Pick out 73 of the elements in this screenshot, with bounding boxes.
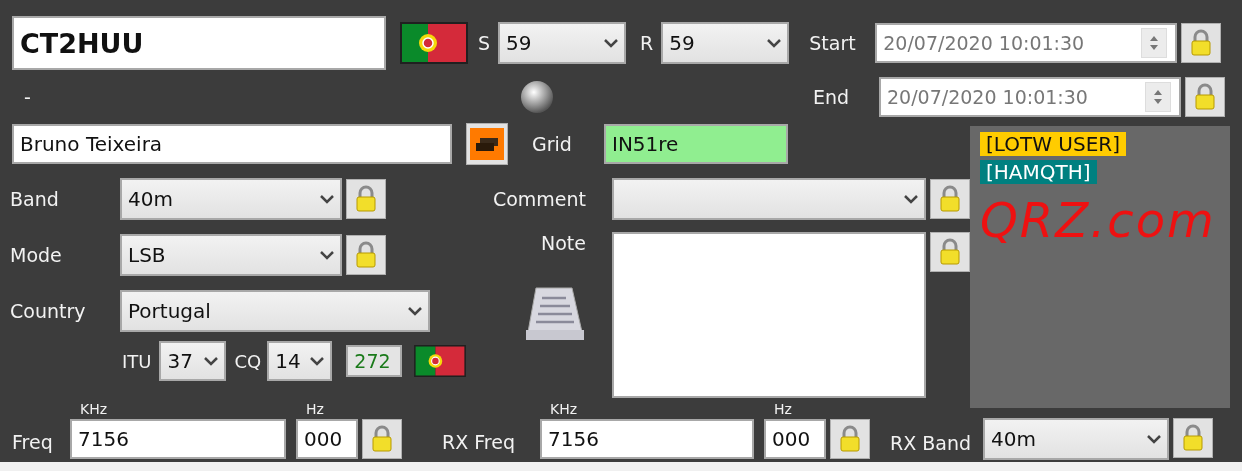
field-label: RX Freq	[442, 431, 516, 453]
padlock-icon	[939, 185, 961, 213]
chevron-down-icon	[320, 250, 334, 260]
padlock-icon	[839, 425, 861, 453]
hertz-input[interactable]: 000	[296, 419, 358, 459]
field-label: R	[640, 32, 654, 54]
note-textarea[interactable]	[612, 232, 926, 398]
handwritten-note: QRZ.com	[980, 192, 1216, 248]
field-label: Band	[10, 188, 60, 210]
chevron-down-icon	[408, 306, 422, 316]
padlock-icon	[1182, 424, 1205, 452]
hertz-input[interactable]: 000	[764, 419, 826, 459]
padlock-icon	[1194, 83, 1216, 111]
unit-label: KHz	[80, 401, 109, 419]
field-label: Country	[10, 300, 87, 322]
chevron-down-icon	[767, 38, 782, 48]
status-text: -	[24, 86, 32, 108]
callsign-input[interactable]: CT2HUU	[12, 16, 386, 70]
field-label: CQ	[234, 350, 262, 372]
field-label: Note	[541, 232, 586, 254]
report-select[interactable]: 59	[498, 22, 627, 64]
up-down-arrows-icon	[1153, 88, 1163, 106]
padlock-icon	[939, 238, 961, 266]
indicator-led-icon	[520, 80, 554, 114]
field-label: End	[813, 86, 851, 108]
field-label: Freq	[12, 431, 54, 453]
band-select[interactable]: 40m	[120, 178, 342, 220]
datetime-input[interactable]: 20/07/2020 10:01:30	[879, 77, 1181, 117]
field-label: Start	[809, 32, 857, 54]
printer-icon	[524, 284, 586, 342]
lock-button[interactable]	[1181, 23, 1222, 63]
spinner-control[interactable]	[1145, 82, 1171, 112]
unit-label: KHz	[550, 401, 579, 419]
cards-icon	[470, 128, 504, 160]
padlock-icon	[371, 425, 393, 453]
name-input[interactable]: Bruno Teixeira	[12, 124, 452, 164]
chevron-down-icon	[604, 38, 619, 48]
field-label: RX Band	[890, 432, 972, 454]
padlock-icon	[1190, 29, 1213, 57]
field-label: Comment	[491, 188, 586, 210]
status-tag: [HAMQTH]	[980, 160, 1097, 184]
unit-label: Hz	[774, 401, 793, 419]
frequency-input[interactable]: 7156	[70, 419, 286, 459]
dxcc-number: 272	[346, 345, 402, 377]
field-label: Mode	[10, 244, 63, 266]
chevron-down-icon	[310, 356, 325, 366]
flag-icon	[414, 345, 466, 377]
field-label: ITU	[122, 350, 152, 372]
padlock-icon	[355, 241, 377, 269]
lookup-button[interactable]	[466, 123, 508, 165]
country-select[interactable]: Portugal	[120, 290, 430, 332]
padlock-icon	[355, 185, 377, 213]
report-select[interactable]: 59	[661, 22, 790, 64]
spinner-control[interactable]	[1141, 28, 1168, 58]
chevron-down-icon	[1147, 434, 1162, 444]
comment-select[interactable]	[612, 178, 926, 220]
lock-button[interactable]	[1173, 418, 1214, 458]
flag-icon	[400, 22, 468, 64]
chevron-down-icon	[320, 194, 334, 204]
frequency-input[interactable]: 7156	[540, 419, 754, 459]
field-label: Grid	[532, 133, 573, 155]
status-tag: [LOTW USER]	[980, 132, 1126, 156]
mode-select[interactable]: LSB	[120, 234, 342, 276]
chevron-down-icon	[204, 356, 219, 366]
rx-band-select[interactable]: 40m	[983, 418, 1170, 460]
cq-zone-select[interactable]: 14	[267, 341, 333, 381]
grid-locator-input[interactable]: IN51re	[604, 124, 788, 164]
datetime-input[interactable]: 20/07/2020 10:01:30	[875, 23, 1178, 63]
unit-label: Hz	[306, 401, 325, 419]
up-down-arrows-icon	[1149, 34, 1160, 52]
field-label: S	[478, 32, 491, 54]
chevron-down-icon	[904, 194, 918, 204]
itu-zone-select[interactable]: 37	[159, 341, 227, 381]
